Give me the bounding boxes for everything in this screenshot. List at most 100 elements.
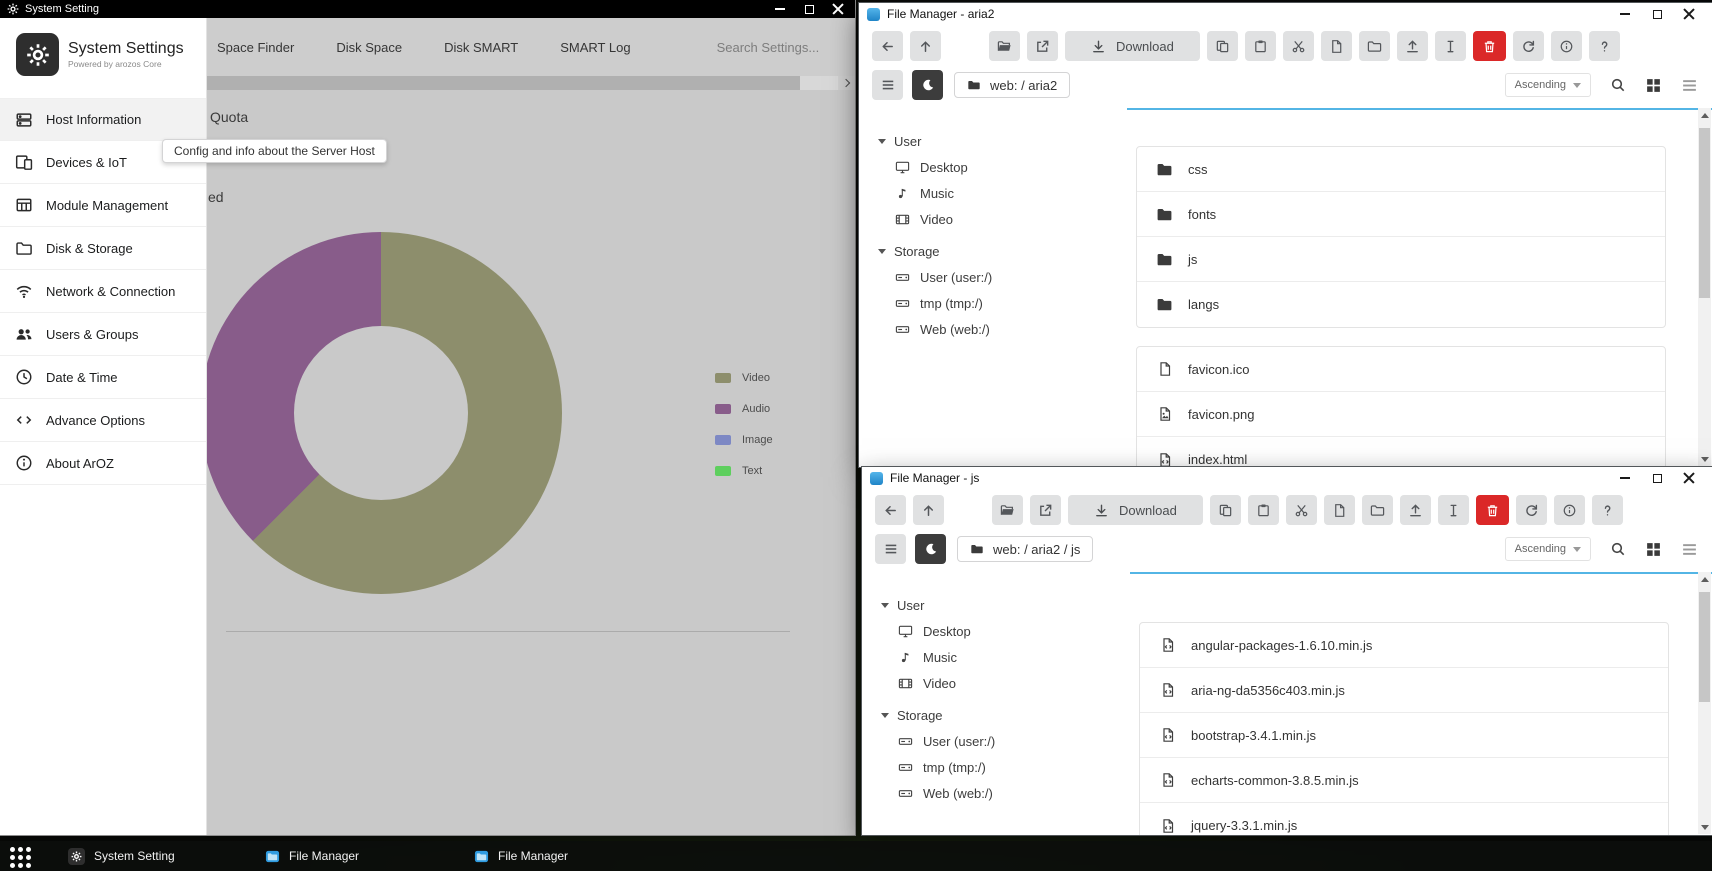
file-row-favicon-ico[interactable]: favicon.ico [1137,347,1665,392]
file-row-angular[interactable]: angular-packages-1.6.10.min.js [1140,623,1668,668]
legend-item-video[interactable]: Video [715,372,773,383]
sidebar-item-users-groups[interactable]: Users & Groups [0,313,206,356]
list-view-icon[interactable] [1681,77,1698,94]
new-folder-button[interactable] [1359,31,1390,61]
upload-button[interactable] [1400,495,1431,525]
settings-search-input[interactable] [717,40,857,55]
file-row-langs[interactable]: langs [1137,282,1665,327]
legend-item-image[interactable]: Image [715,434,773,445]
sidebar-item-network-connection[interactable]: Network & Connection [0,270,206,313]
grid-view-icon[interactable] [1645,77,1662,94]
legend-item-audio[interactable]: Audio [715,403,773,414]
tab-space-finder[interactable]: Space Finder [217,40,294,55]
tree-item-tmp-drive[interactable]: tmp (tmp:/) [898,754,1130,780]
dark-mode-button[interactable] [912,70,943,100]
grid-view-icon[interactable] [1645,541,1662,558]
cut-button[interactable] [1283,31,1314,61]
search-icon[interactable] [1610,541,1626,557]
tree-item-video[interactable]: Video [895,206,1127,232]
menu-button[interactable] [875,534,906,564]
tree-section-user[interactable]: User [878,128,1127,154]
search-icon[interactable] [1610,77,1626,93]
scroll-right-button[interactable] [838,76,855,90]
info-button[interactable] [1551,31,1582,61]
cut-button[interactable] [1286,495,1317,525]
sort-order-dropdown[interactable]: Ascending [1505,73,1591,97]
app-launcher-button[interactable] [10,847,31,868]
up-button[interactable] [910,31,941,61]
taskbar-item-file-manager-1[interactable]: File Manager [265,841,359,871]
up-button[interactable] [913,495,944,525]
download-button[interactable]: Download [1068,495,1203,525]
sidebar-item-about-aroz[interactable]: About ArOZ [0,442,206,485]
close-button[interactable] [832,3,844,15]
paste-button[interactable] [1245,31,1276,61]
sort-order-dropdown[interactable]: Ascending [1505,537,1591,561]
tree-item-music[interactable]: Music [898,644,1130,670]
file-row-echarts[interactable]: echarts-common-3.8.5.min.js [1140,758,1668,803]
tab-disk-smart[interactable]: Disk SMART [444,40,518,55]
close-button[interactable] [1682,7,1696,21]
tree-item-music[interactable]: Music [895,180,1127,206]
delete-button[interactable] [1476,495,1509,525]
rename-button[interactable] [1435,31,1466,61]
copy-button[interactable] [1210,495,1241,525]
tree-item-user-drive[interactable]: User (user:/) [898,728,1130,754]
sidebar-item-host-information[interactable]: Host Information [0,98,206,141]
help-button[interactable] [1592,495,1623,525]
file-row-jquery[interactable]: jquery-3.3.1.min.js [1140,803,1668,835]
tree-item-user-drive[interactable]: User (user:/) [895,264,1127,290]
sidebar-item-module-management[interactable]: Module Management [0,184,206,227]
delete-button[interactable] [1473,31,1506,61]
back-button[interactable] [872,31,903,61]
file-manager-titlebar[interactable]: File Manager - js [862,467,1712,489]
file-row-aria-ng[interactable]: aria-ng-da5356c403.min.js [1140,668,1668,713]
tabs-horizontal-scrollbar[interactable] [207,76,855,90]
vertical-scrollbar[interactable] [1698,572,1711,834]
scroll-up-button[interactable] [1698,572,1711,586]
minimize-button[interactable] [1618,471,1632,485]
copy-button[interactable] [1207,31,1238,61]
download-button[interactable]: Download [1065,31,1200,61]
file-row-css[interactable]: css [1137,147,1665,192]
tree-section-user[interactable]: User [881,592,1130,618]
file-manager-titlebar[interactable]: File Manager - aria2 [859,3,1712,25]
new-folder-button[interactable] [1362,495,1393,525]
maximize-button[interactable] [803,3,815,15]
file-row-bootstrap[interactable]: bootstrap-3.4.1.min.js [1140,713,1668,758]
list-view-icon[interactable] [1681,541,1698,558]
breadcrumb[interactable]: web: / aria2 / js [957,536,1093,562]
tree-section-storage[interactable]: Storage [878,238,1127,264]
new-file-button[interactable] [1324,495,1355,525]
tree-item-web-drive[interactable]: Web (web:/) [895,316,1127,342]
maximize-button[interactable] [1650,471,1664,485]
sidebar-item-disk-storage[interactable]: Disk & Storage [0,227,206,270]
tree-item-desktop[interactable]: Desktop [898,618,1130,644]
back-button[interactable] [875,495,906,525]
taskbar-item-file-manager-2[interactable]: File Manager [474,841,568,871]
refresh-button[interactable] [1516,495,1547,525]
minimize-button[interactable] [774,3,786,15]
file-row-js[interactable]: js [1137,237,1665,282]
taskbar-item-system-setting[interactable]: System Setting [68,841,175,871]
tree-item-web-drive[interactable]: Web (web:/) [898,780,1130,806]
open-folder-button[interactable] [992,495,1023,525]
scroll-down-button[interactable] [1698,452,1711,466]
scroll-up-button[interactable] [1698,108,1711,122]
file-row-fonts[interactable]: fonts [1137,192,1665,237]
scrollbar-thumb[interactable] [1699,128,1710,298]
sidebar-item-date-time[interactable]: Date & Time [0,356,206,399]
paste-button[interactable] [1248,495,1279,525]
help-button[interactable] [1589,31,1620,61]
new-file-button[interactable] [1321,31,1352,61]
tree-item-desktop[interactable]: Desktop [895,154,1127,180]
tree-item-tmp-drive[interactable]: tmp (tmp:/) [895,290,1127,316]
refresh-button[interactable] [1513,31,1544,61]
rename-button[interactable] [1438,495,1469,525]
menu-button[interactable] [872,70,903,100]
tab-smart-log[interactable]: SMART Log [560,40,630,55]
file-row-index-html[interactable]: index.html [1137,437,1665,467]
maximize-button[interactable] [1650,7,1664,21]
system-settings-titlebar[interactable]: System Setting [0,0,855,18]
sidebar-item-advance-options[interactable]: Advance Options [0,399,206,442]
